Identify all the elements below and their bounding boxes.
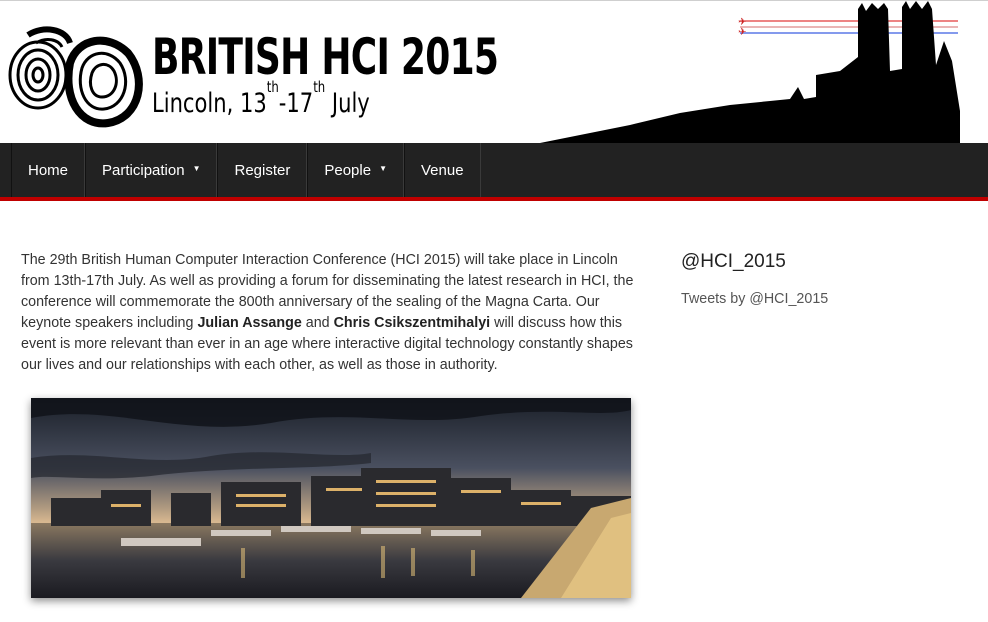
conference-title: BRITISH HCI 2015 (152, 28, 499, 86)
intro-paragraph: The 29th British Human Computer Interact… (21, 250, 643, 376)
nav-item-venue[interactable]: Venue (403, 143, 481, 197)
subtitle-dash: -17 (278, 88, 314, 119)
caret-down-icon: ▼ (379, 163, 387, 173)
twitter-handle-heading: @HCI_2015 (681, 251, 786, 272)
twitter-sidebar: @HCI_2015 Tweets by @HCI_2015 (681, 250, 961, 307)
svg-text:✈: ✈ (738, 27, 746, 38)
nav-item-register[interactable]: Register (217, 143, 308, 197)
intro-and: and (301, 315, 334, 331)
subtitle-city: Lincoln, 13 (152, 88, 267, 119)
caret-down-icon: ▼ (192, 163, 201, 173)
keynote-speaker-1: Julian Assange (197, 315, 302, 331)
nav-label-venue: Venue (420, 161, 464, 179)
nav-item-participation[interactable]: Participation ▼ (85, 143, 218, 197)
nav-item-people[interactable]: People ▼ (307, 143, 404, 197)
nav-label-participation: Participation (102, 161, 185, 179)
keynote-speaker-2: Chris Csikszentmihalyi (333, 315, 491, 331)
subtitle-sup-start: th (266, 78, 279, 96)
subtitle-month: July (325, 88, 370, 119)
hci-logo-icon[interactable] (8, 23, 144, 129)
lincoln-cathedral-icon: ✈ ✈ (540, 1, 960, 143)
main-content: The 29th British Human Computer Interact… (21, 250, 643, 598)
site-header: BRITISH HCI 2015 Lincoln, 13th-17th July… (0, 1, 988, 143)
waterfront-image-icon (31, 398, 631, 598)
nav-label-home: Home (28, 161, 69, 179)
nav-label-people: People (324, 161, 372, 179)
nav-accent-bar (0, 197, 988, 201)
tweets-link[interactable]: Tweets by @HCI_2015 (681, 291, 961, 307)
nav-item-home[interactable]: Home (11, 143, 86, 197)
nav-menu: Home Participation ▼ Register People ▼ V… (11, 143, 481, 197)
conference-dates: Lincoln, 13th-17th July (152, 80, 370, 119)
lincoln-waterfront-photo (31, 398, 631, 598)
subtitle-sup-end: th (313, 78, 326, 96)
nav-label-register: Register (234, 161, 291, 179)
main-navbar: Home Participation ▼ Register People ▼ V… (0, 143, 988, 197)
